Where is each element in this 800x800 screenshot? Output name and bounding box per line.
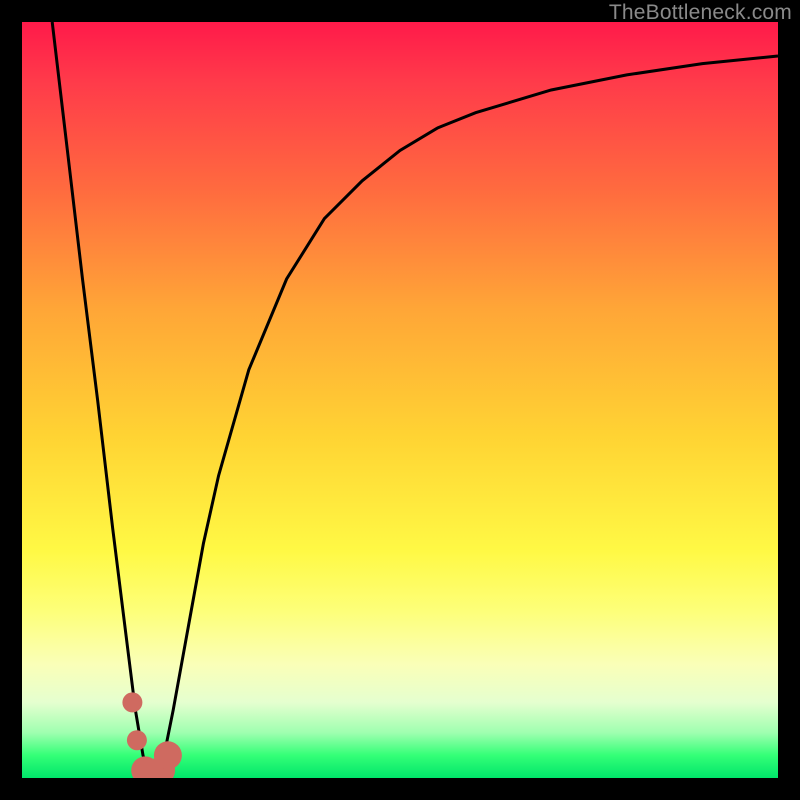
chart-frame: TheBottleneck.com xyxy=(0,0,800,800)
highlight-dot xyxy=(127,730,147,750)
plot-area xyxy=(22,22,778,778)
bottleneck-curve xyxy=(52,22,778,778)
bottleneck-curve-path xyxy=(52,22,778,778)
curve-layer xyxy=(22,22,778,778)
highlight-dot xyxy=(122,692,142,712)
highlight-dot xyxy=(154,741,182,769)
